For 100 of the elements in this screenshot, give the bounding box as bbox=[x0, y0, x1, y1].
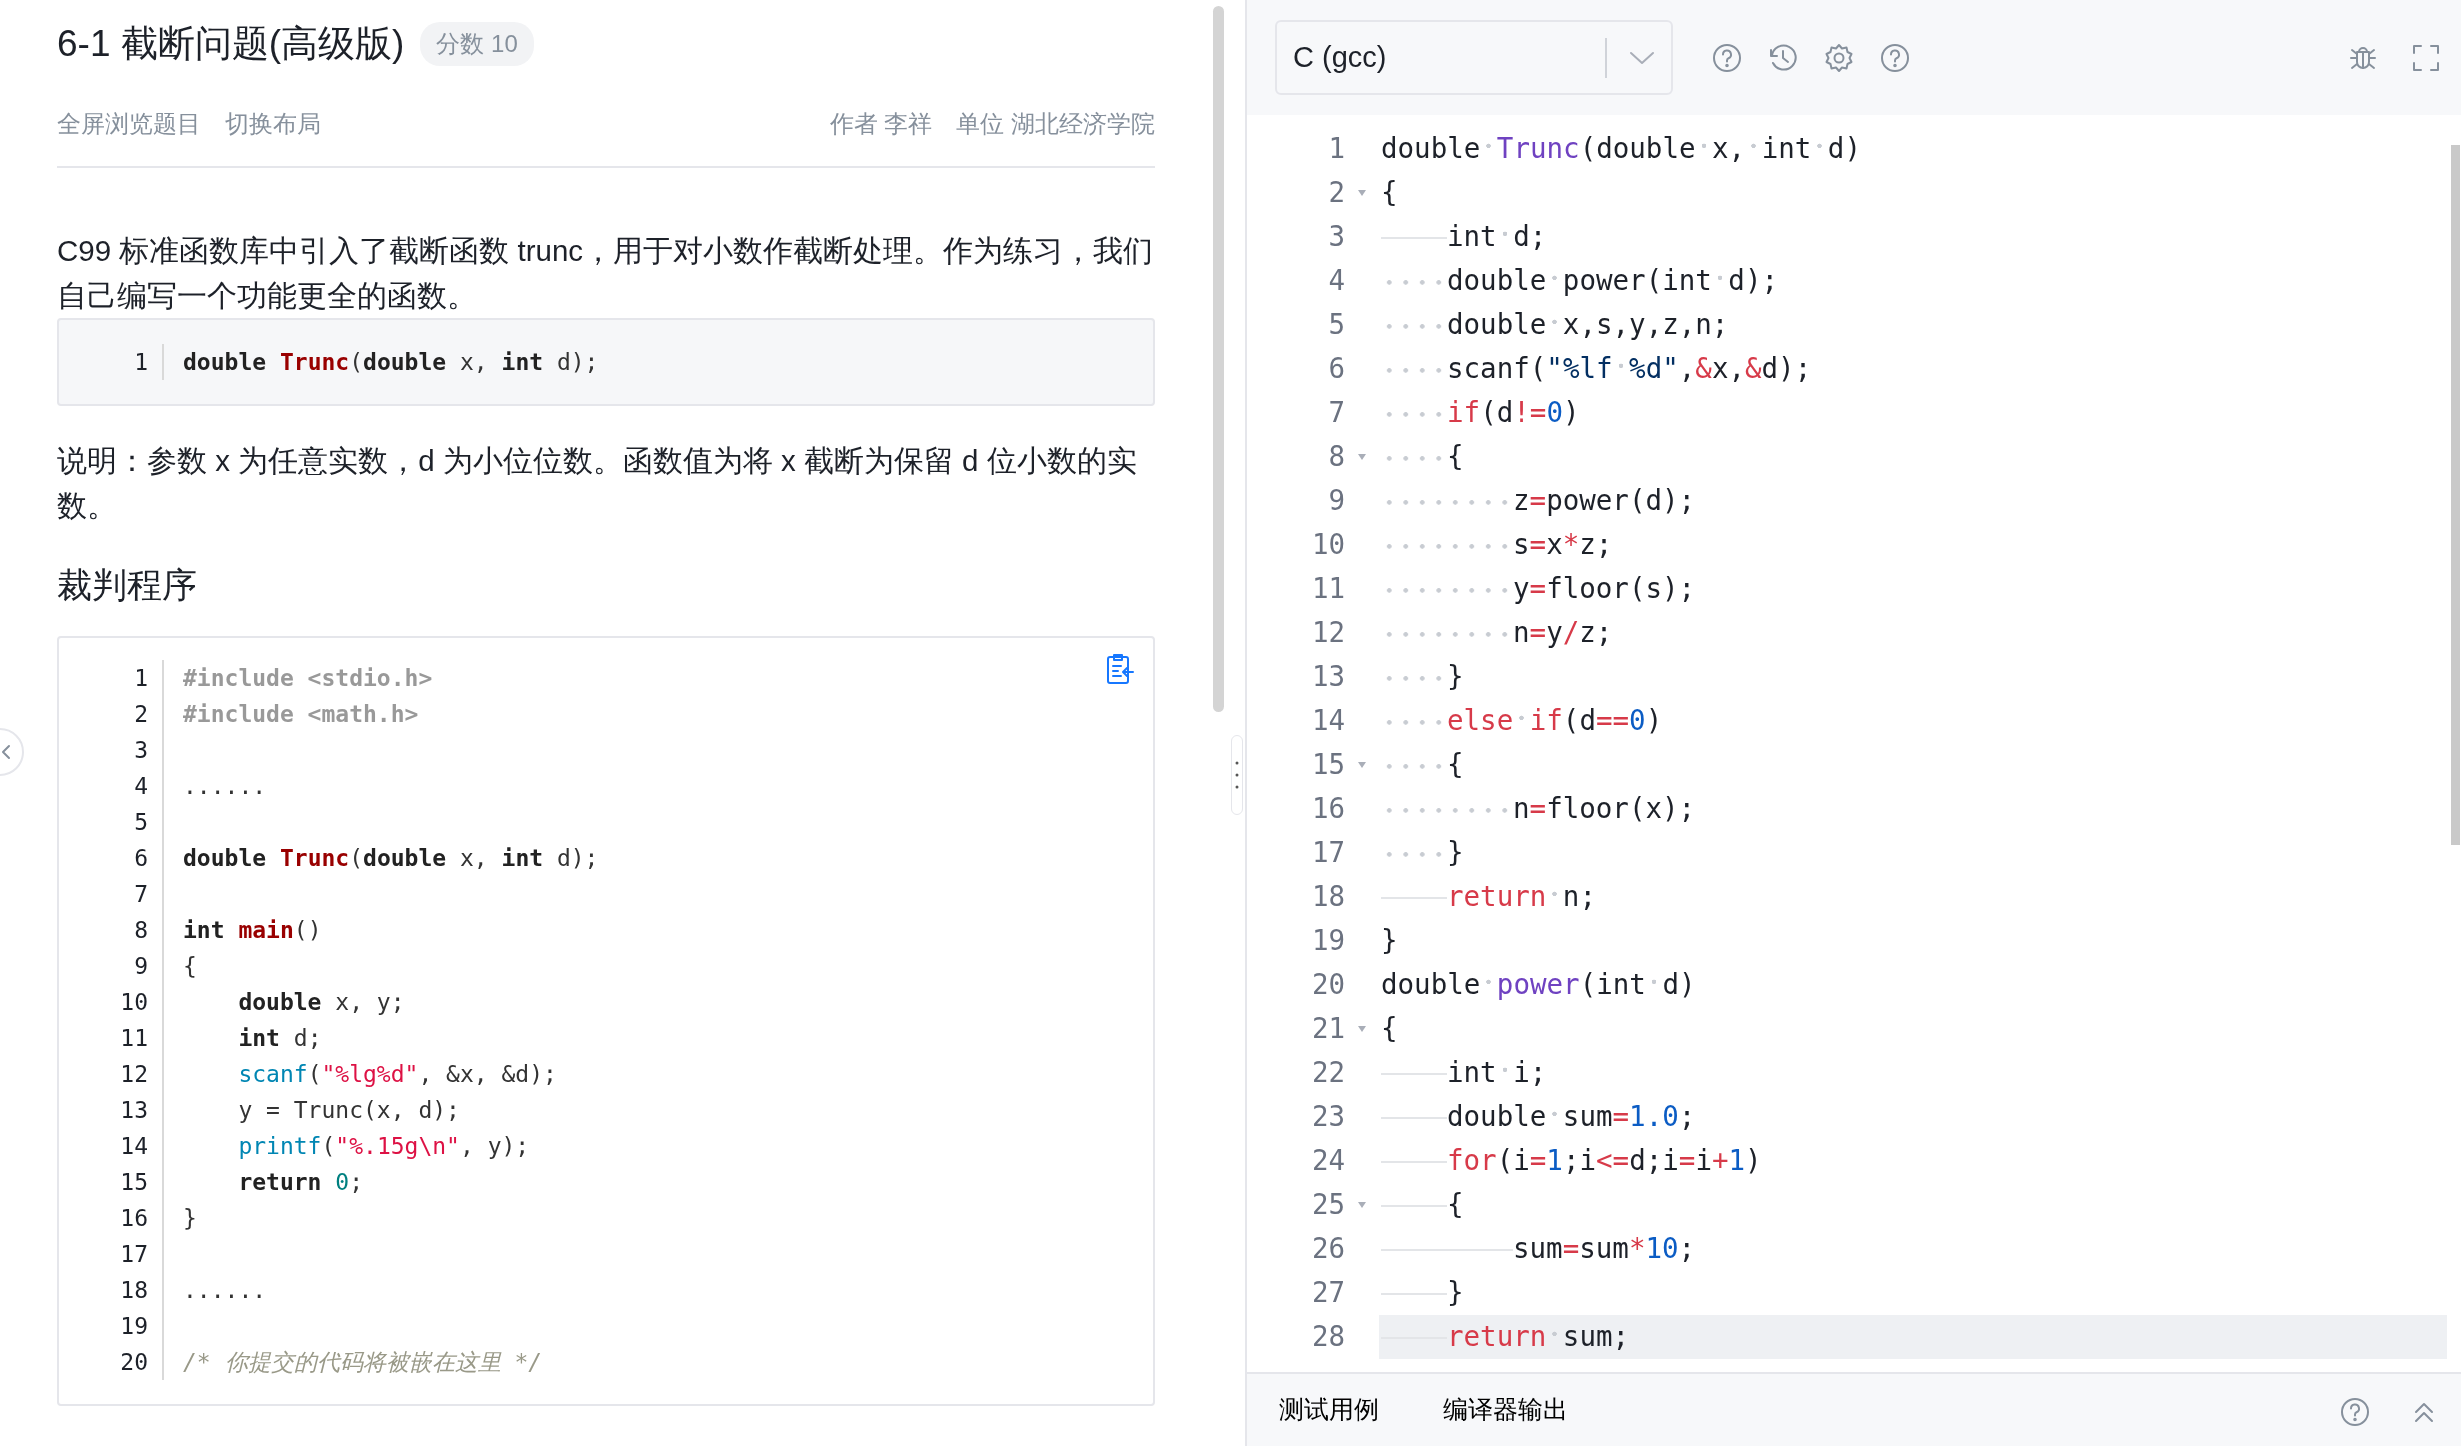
line-number: 21 bbox=[1310, 1011, 1345, 1047]
code-line: double Trunc(double x, int d); bbox=[182, 348, 599, 378]
code-line: for(i=1;i<=d;i=i+1) bbox=[1379, 1139, 2447, 1183]
line-number: 1 bbox=[59, 660, 164, 697]
code-line: y=floor(s); bbox=[1379, 567, 2447, 611]
fold-arrow-icon[interactable] bbox=[1357, 189, 1367, 197]
line-number: 16 bbox=[1310, 791, 1345, 827]
line-number: 12 bbox=[1310, 615, 1345, 651]
history-button[interactable] bbox=[1767, 41, 1799, 74]
settings-icon bbox=[1823, 41, 1855, 74]
line-number: 12 bbox=[59, 1056, 164, 1093]
code-line: if(d!=0) bbox=[1379, 391, 2447, 435]
resize-handle[interactable] bbox=[1231, 735, 1243, 815]
line-number: 15 bbox=[1310, 747, 1345, 783]
code-line: double sum=1.0; bbox=[1379, 1095, 2447, 1139]
code-line: int i; bbox=[1379, 1051, 2447, 1095]
code-line: { bbox=[1380, 1011, 1399, 1047]
panel-tab[interactable]: 编译器输出 bbox=[1443, 1391, 1568, 1429]
author-label: 作者 李祥 bbox=[829, 109, 933, 140]
line-number: 20 bbox=[59, 1344, 164, 1381]
code-line: printf("%.15g\n", y); bbox=[237, 1132, 530, 1162]
code-line: } bbox=[1379, 1271, 2447, 1315]
section-heading: 裁判程序 bbox=[57, 564, 198, 607]
line-number: 19 bbox=[1310, 923, 1345, 959]
line-number: 5 bbox=[1327, 307, 1345, 343]
fullscreen-icon bbox=[2411, 42, 2441, 73]
help-button[interactable] bbox=[1711, 41, 1743, 74]
fullscreen-button[interactable] bbox=[2411, 42, 2441, 73]
line-number: 26 bbox=[1310, 1231, 1345, 1267]
code-line: scanf("%lg%d", &x, &d); bbox=[237, 1060, 557, 1090]
code-line: double x,s,y,z,n; bbox=[1379, 303, 2447, 347]
line-number: 27 bbox=[1310, 1275, 1345, 1311]
line-number: 22 bbox=[1310, 1055, 1345, 1091]
code-line: double power(int d); bbox=[1379, 259, 2447, 303]
line-number: 3 bbox=[59, 732, 164, 769]
line-number: 14 bbox=[1310, 703, 1345, 739]
line-number: 28 bbox=[1310, 1319, 1345, 1355]
code-line: n=y/z; bbox=[1379, 611, 2447, 655]
code-line: { bbox=[1380, 175, 1399, 211]
panel-tab[interactable]: 测试用例 bbox=[1279, 1391, 1379, 1429]
line-number: 5 bbox=[59, 804, 164, 841]
code-line: return 0; bbox=[237, 1168, 364, 1198]
fold-arrow-icon[interactable] bbox=[1357, 1025, 1367, 1033]
fold-arrow-icon[interactable] bbox=[1357, 1201, 1367, 1209]
copy-button[interactable] bbox=[1105, 652, 1135, 687]
line-number: 7 bbox=[59, 876, 164, 913]
help-icon bbox=[1879, 41, 1911, 74]
line-number: 15 bbox=[59, 1164, 164, 1201]
code-line: int d; bbox=[1379, 215, 2447, 259]
scrollbar-thumb[interactable] bbox=[2451, 145, 2460, 845]
problem-title: 6-1 截断问题(高级版) bbox=[57, 22, 405, 66]
line-number: 11 bbox=[59, 1020, 164, 1057]
language-select[interactable]: C (gcc) bbox=[1275, 20, 1673, 95]
line-number: 24 bbox=[1310, 1143, 1345, 1179]
line-number: 25 bbox=[1310, 1187, 1345, 1223]
line-number: 3 bbox=[1327, 219, 1345, 255]
settings-button[interactable] bbox=[1823, 41, 1855, 74]
line-number: 19 bbox=[59, 1308, 164, 1345]
fold-arrow-icon[interactable] bbox=[1357, 761, 1367, 769]
help-button[interactable] bbox=[1879, 41, 1911, 74]
line-number: 18 bbox=[59, 1272, 164, 1309]
code-line: double Trunc(double x, int d); bbox=[182, 844, 599, 874]
code-line: { bbox=[1379, 743, 2447, 787]
code-line: n=floor(x); bbox=[1379, 787, 2447, 831]
line-number: 18 bbox=[1310, 879, 1345, 915]
code-line: double x, y; bbox=[237, 988, 405, 1018]
scrollbar-thumb[interactable] bbox=[1213, 6, 1224, 712]
code-line: y = Trunc(x, d); bbox=[237, 1096, 460, 1126]
code-line: } bbox=[1379, 831, 2447, 875]
help-icon bbox=[1711, 41, 1743, 74]
line-number: 6 bbox=[1327, 351, 1345, 387]
code-line: sum=sum*10; bbox=[1379, 1227, 2447, 1271]
description-text: C99 标准函数库中引入了截断函数 trunc，用于对小数作截断处理。作为练习，我们自己编写一个功能更全的函数。 bbox=[57, 233, 1155, 315]
code-line: ...... bbox=[182, 772, 267, 802]
line-number: 4 bbox=[1327, 263, 1345, 299]
fold-arrow-icon[interactable] bbox=[1357, 453, 1367, 461]
code-line: z=power(d); bbox=[1379, 479, 2447, 523]
line-number: 17 bbox=[1310, 835, 1345, 871]
line-number: 13 bbox=[59, 1092, 164, 1129]
code-line: { bbox=[1379, 1183, 2447, 1227]
line-number: 2 bbox=[1327, 175, 1345, 211]
line-number: 4 bbox=[59, 768, 164, 805]
code-line: else if(d==0) bbox=[1379, 699, 2447, 743]
line-number: 23 bbox=[1310, 1099, 1345, 1135]
code-line: #include <math.h> bbox=[182, 700, 419, 730]
code-line: ...... bbox=[182, 1276, 267, 1306]
clipboard-icon bbox=[1105, 652, 1135, 687]
line-number: 8 bbox=[59, 912, 164, 949]
line-number: 20 bbox=[1310, 967, 1345, 1003]
code-line: /* 你提交的代码将被嵌在这里 */ bbox=[182, 1348, 543, 1378]
line-number: 9 bbox=[59, 948, 164, 985]
code-line: int d; bbox=[237, 1024, 322, 1054]
line-number: 14 bbox=[59, 1128, 164, 1165]
score-badge: 分数 10 bbox=[420, 22, 534, 67]
code-line: { bbox=[182, 952, 197, 982]
line-number: 13 bbox=[1310, 659, 1345, 695]
code-line: int main() bbox=[182, 916, 322, 946]
line-number: 10 bbox=[1310, 527, 1345, 563]
line-number: 7 bbox=[1327, 395, 1345, 431]
line-number: 1 bbox=[1327, 131, 1345, 167]
